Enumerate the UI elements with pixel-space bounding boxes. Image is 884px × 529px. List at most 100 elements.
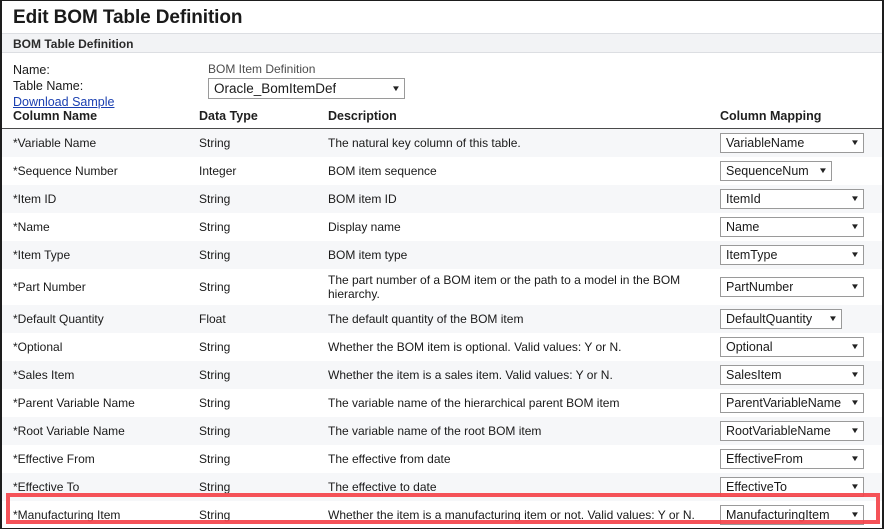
cell-column-name: *Effective From xyxy=(2,445,199,473)
cell-data-type: String xyxy=(199,417,328,445)
cell-description: The variable name of the hierarchical pa… xyxy=(328,389,720,417)
cell-column-name: *Optional xyxy=(2,333,199,361)
table-row: *Effective To String The effective to date… xyxy=(2,473,882,501)
chevron-down-icon: ▼ xyxy=(850,194,860,203)
table-name-label: Table Name: xyxy=(13,79,84,93)
column-mapping-select[interactable]: RootVariableName ▼ xyxy=(720,421,864,441)
table-head: Column Name Data Type Description Column… xyxy=(2,105,882,129)
chevron-down-icon: ▼ xyxy=(818,166,828,175)
table-row: *Manufacturing Item String Whether the ite… xyxy=(2,501,882,528)
name-value: BOM Item Definition xyxy=(208,62,316,76)
table-row: *Item Type String BOM item type ItemType ▼ xyxy=(2,241,882,269)
cell-description: The effective to date xyxy=(328,473,720,501)
column-mapping-select-value: EffectiveTo xyxy=(726,479,787,494)
cell-column-name: *Item Type xyxy=(2,241,199,269)
column-mapping-select[interactable]: SequenceNum ▼ xyxy=(720,161,832,181)
column-mapping-select[interactable]: EffectiveTo ▼ xyxy=(720,477,864,497)
cell-column-mapping: Name ▼ xyxy=(720,213,882,241)
cell-data-type: String xyxy=(199,445,328,473)
section-header-bar: BOM Table Definition xyxy=(2,33,882,53)
cell-data-type: String xyxy=(199,333,328,361)
column-mapping-select-value: ItemType xyxy=(726,247,778,262)
download-sample-link[interactable]: Download Sample xyxy=(13,94,114,110)
column-mapping-select-value: SequenceNum xyxy=(726,163,809,178)
column-mapping-select-value: SalesItem xyxy=(726,367,782,382)
table-row: *Part Number String The part number of a B… xyxy=(2,269,882,305)
chevron-down-icon: ▼ xyxy=(850,342,860,351)
header-column-mapping: Column Mapping xyxy=(720,105,882,129)
table-name-select[interactable]: Oracle_BomItemDef ▼ xyxy=(208,78,405,99)
cell-data-type: String xyxy=(199,185,328,213)
table-row: *Sales Item String Whether the item is a s… xyxy=(2,361,882,389)
column-mapping-select-value: VariableName xyxy=(726,135,805,150)
cell-column-mapping: VariableName ▼ xyxy=(720,128,882,157)
cell-description: The effective from date xyxy=(328,445,720,473)
cell-data-type: String xyxy=(199,241,328,269)
column-mapping-select-value: Optional xyxy=(726,339,773,354)
column-mapping-select[interactable]: ItemType ▼ xyxy=(720,245,864,265)
chevron-down-icon: ▼ xyxy=(850,222,860,231)
cell-column-mapping: ManufacturingItem ▼ xyxy=(720,501,882,528)
table-row: *Optional String Whether the BOM item is o… xyxy=(2,333,882,361)
cell-column-name: *Parent Variable Name xyxy=(2,389,199,417)
cell-column-mapping: PartNumber ▼ xyxy=(720,269,882,305)
cell-column-name: *Effective To xyxy=(2,473,199,501)
column-mapping-select[interactable]: VariableName ▼ xyxy=(720,133,864,153)
cell-description: Whether the BOM item is optional. Valid … xyxy=(328,333,720,361)
table-row: *Item ID String BOM item ID ItemId ▼ xyxy=(2,185,882,213)
column-mapping-select[interactable]: EffectiveFrom ▼ xyxy=(720,449,864,469)
table-name-select-value: Oracle_BomItemDef xyxy=(214,81,337,96)
chevron-down-icon: ▼ xyxy=(850,398,860,407)
cell-data-type: String xyxy=(199,128,328,157)
cell-description: BOM item sequence xyxy=(328,157,720,185)
cell-column-name: *Name xyxy=(2,213,199,241)
column-mapping-select[interactable]: ParentVariableName ▼ xyxy=(720,393,864,413)
column-mapping-select[interactable]: ItemId ▼ xyxy=(720,189,864,209)
chevron-down-icon: ▼ xyxy=(850,282,860,291)
column-mapping-select[interactable]: DefaultQuantity ▼ xyxy=(720,309,842,329)
cell-description: BOM item type xyxy=(328,241,720,269)
chevron-down-icon: ▼ xyxy=(850,426,860,435)
cell-column-mapping: RootVariableName ▼ xyxy=(720,417,882,445)
column-mapping-select[interactable]: ManufacturingItem ▼ xyxy=(720,505,864,525)
cell-description: BOM item ID xyxy=(328,185,720,213)
cell-description: Whether the item is a sales item. Valid … xyxy=(328,361,720,389)
table-row: *Variable Name String The natural key colu… xyxy=(2,128,882,157)
cell-description: The natural key column of this table. xyxy=(328,128,720,157)
column-mapping-select[interactable]: PartNumber ▼ xyxy=(720,277,864,297)
chevron-down-icon: ▼ xyxy=(850,454,860,463)
cell-column-name: *Sequence Number xyxy=(2,157,199,185)
cell-column-mapping: SequenceNum ▼ xyxy=(720,157,882,185)
column-mapping-select[interactable]: Name ▼ xyxy=(720,217,864,237)
header-data-type: Data Type xyxy=(199,105,328,129)
cell-column-name: *Part Number xyxy=(2,269,199,305)
chevron-down-icon: ▼ xyxy=(850,370,860,379)
table-row: *Name String Display name Name ▼ xyxy=(2,213,882,241)
cell-column-name: *Default Quantity xyxy=(2,305,199,333)
column-definition-table: Column Name Data Type Description Column… xyxy=(2,105,882,528)
cell-data-type: Integer xyxy=(199,157,328,185)
cell-column-name: *Sales Item xyxy=(2,361,199,389)
cell-description: Whether the item is a manufacturing item… xyxy=(328,501,720,528)
cell-data-type: String xyxy=(199,213,328,241)
cell-data-type: String xyxy=(199,361,328,389)
edit-bom-table-definition-window: Edit BOM Table Definition BOM Table Defi… xyxy=(0,0,884,529)
meta-labels: Name: Table Name: Download Sample xyxy=(13,62,114,110)
cell-column-mapping: DefaultQuantity ▼ xyxy=(720,305,882,333)
column-mapping-select-value: RootVariableName xyxy=(726,423,831,438)
definition-meta-block: Name: Table Name: Download Sample BOM It… xyxy=(2,53,882,109)
column-mapping-select[interactable]: Optional ▼ xyxy=(720,337,864,357)
table-row: *Sequence Number Integer BOM item sequence… xyxy=(2,157,882,185)
cell-description: Display name xyxy=(328,213,720,241)
table-row: *Effective From String The effective from … xyxy=(2,445,882,473)
table-body: *Variable Name String The natural key colu… xyxy=(2,128,882,528)
cell-column-name: *Manufacturing Item xyxy=(2,501,199,528)
cell-column-mapping: EffectiveTo ▼ xyxy=(720,473,882,501)
column-mapping-select[interactable]: SalesItem ▼ xyxy=(720,365,864,385)
cell-column-name: *Item ID xyxy=(2,185,199,213)
chevron-down-icon: ▼ xyxy=(828,314,838,323)
cell-column-mapping: EffectiveFrom ▼ xyxy=(720,445,882,473)
cell-description: The variable name of the root BOM item xyxy=(328,417,720,445)
header-description: Description xyxy=(328,105,720,129)
cell-column-mapping: Optional ▼ xyxy=(720,333,882,361)
